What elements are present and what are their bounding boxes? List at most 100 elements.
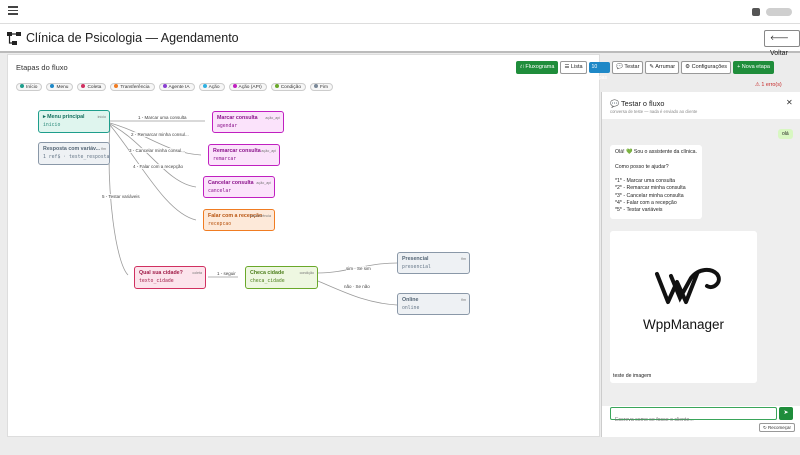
errors-indicator[interactable]: ⚠ 1 erro(s) xyxy=(755,82,782,88)
user-icon[interactable] xyxy=(752,8,760,16)
node-cancelar-consulta[interactable]: Cancelar consulta cancelar ação_api xyxy=(203,176,275,198)
legend-label: Menu xyxy=(56,85,69,90)
restart-button[interactable]: ↻ Recomeçar xyxy=(759,423,796,432)
node-title: ▸ Menu principal xyxy=(43,114,85,120)
bot-line: *3* - Cancelar minha consulta xyxy=(615,192,684,199)
bot-line: *4* - Falar com a recepção xyxy=(615,200,677,207)
flow-panel: Etapas do fluxo ⛙ Fluxograma ☰ Lista 10 … xyxy=(7,54,774,437)
legend-item: Agente IA xyxy=(158,83,195,91)
page-bottom xyxy=(0,437,601,455)
node-resposta[interactable]: Resposta com variáv... 1 ref$ · teste_re… xyxy=(38,142,110,165)
legend-dot xyxy=(274,84,279,88)
node-key: 1 ref$ · teste_resposta xyxy=(43,155,110,160)
arrange-label: Arrumar xyxy=(655,64,676,70)
panel-title: Etapas do fluxo xyxy=(16,63,68,72)
wppmanager-logo-image[interactable]: WppManager xyxy=(613,234,754,370)
flow-canvas[interactable]: 1 - Marcar uma consulta 2 - Remarcar min… xyxy=(16,93,599,437)
chat-title: 💬 Testar o fluxo xyxy=(610,99,664,108)
test-button[interactable]: 💬 Testar xyxy=(612,61,644,74)
edge-label: 5 - Testar variáveis xyxy=(102,194,140,199)
node-presencial[interactable]: Presencial presencial fim xyxy=(397,252,470,274)
legend-label: Ação (API) xyxy=(238,85,262,90)
chat-icon: 💬 xyxy=(616,64,623,70)
back-arrow-icon: 🡐 xyxy=(770,35,789,42)
chat-icon: 💬 xyxy=(610,99,620,108)
node-type: transferência xyxy=(250,214,271,218)
logo-text: WppManager xyxy=(642,317,725,332)
edge-label: 2 - Remarcar minha consul... xyxy=(131,132,189,137)
legend-item: Transferência xyxy=(110,83,155,91)
legend-label: Início xyxy=(26,85,38,90)
legend-label: Ação xyxy=(208,85,220,90)
node-remarcar-consulta[interactable]: Remarcar consulta remarcar ação_api xyxy=(208,144,280,166)
bot-line: Como posso te ajudar? xyxy=(615,163,669,170)
send-button[interactable]: ➤ xyxy=(779,407,793,420)
title-bar: Clínica de Psicologia — Agendamento 🡐 Vo… xyxy=(0,24,800,57)
close-icon[interactable]: ✕ xyxy=(786,98,793,107)
node-qual-cidade[interactable]: Qual sua cidade? texto_cidade coleta xyxy=(134,266,206,289)
node-checa-cidade[interactable]: Checa cidade checa_cidade condição xyxy=(245,266,318,289)
node-marcar-consulta[interactable]: Marcar consulta agendar ação_api xyxy=(212,111,284,133)
legend-label: Coleta xyxy=(87,85,102,90)
arrange-button[interactable]: ✎ Arrumar xyxy=(645,61,680,74)
test-label: Testar xyxy=(624,64,640,70)
message-input-wrapper xyxy=(610,407,777,426)
legend-item: Início xyxy=(16,83,43,91)
node-menu-principal[interactable]: ▸ Menu principal inicio início xyxy=(38,110,110,133)
node-key: cancelar xyxy=(208,189,232,194)
node-type: coleta xyxy=(192,271,202,275)
node-falar-recepcao[interactable]: Falar com a recepção recepcao transferên… xyxy=(203,209,275,231)
chat-title-label: Testar o fluxo xyxy=(621,99,665,108)
node-title: Resposta com variáv... xyxy=(43,146,101,152)
flowchart-view-icon: ⛙ xyxy=(520,64,524,70)
legend-item: Menu xyxy=(46,83,74,91)
settings-button[interactable]: ⚙ Configurações xyxy=(681,61,732,74)
legend-label: Transferência xyxy=(120,85,150,90)
chat-subtitle: conversa de teste — nada é enviado ao cl… xyxy=(610,109,698,114)
legend-item: Ação xyxy=(198,83,225,91)
errors-label: 1 erro(s) xyxy=(761,82,782,88)
back-label: Voltar xyxy=(770,50,788,57)
page-title: Clínica de Psicologia — Agendamento xyxy=(26,31,239,45)
legend-item: Condição xyxy=(270,83,306,91)
node-key: online xyxy=(402,306,420,311)
node-type: ação_api xyxy=(265,116,280,120)
edge-label: 1 - seguir xyxy=(217,271,236,276)
edge-label: 4 - Falar com a recepção xyxy=(133,164,184,169)
node-key: texto_cidade xyxy=(139,279,174,284)
flowchart-label: Fluxograma xyxy=(525,64,555,70)
restart-icon: ↻ xyxy=(763,425,767,430)
node-key: inicio xyxy=(43,123,61,128)
node-type: condição xyxy=(299,271,314,275)
edge-label: 1 - Marcar uma consulta xyxy=(138,115,187,120)
menu-icon[interactable] xyxy=(8,6,18,15)
flowchart-icon xyxy=(7,32,21,45)
bot-line: Olá! 💚 Sou o assistente da clínica. xyxy=(615,149,698,155)
flowchart-view-button[interactable]: ⛙ Fluxograma xyxy=(516,61,559,74)
back-button[interactable]: 🡐 Voltar xyxy=(764,30,800,57)
error-icon: ⚠ xyxy=(755,82,760,88)
settings-label: Configurações xyxy=(691,64,728,70)
node-type: ação_api xyxy=(256,181,271,185)
legend-dot xyxy=(20,84,24,88)
node-key: checa_cidade xyxy=(250,279,285,284)
toolbar: ⛙ Fluxograma ☰ Lista 10 etapas 💬 Testar … xyxy=(516,61,776,81)
node-key: agendar xyxy=(217,124,238,129)
send-icon: ➤ xyxy=(783,410,789,416)
legend-label: Condição xyxy=(280,85,301,90)
new-step-button[interactable]: + Nova etapa xyxy=(733,61,774,74)
magic-icon: ✎ xyxy=(649,64,655,70)
legend-dot xyxy=(162,84,167,88)
node-online[interactable]: Online online fim xyxy=(397,293,470,315)
user-name-blurred[interactable] xyxy=(766,8,792,16)
node-type: ação_api xyxy=(261,149,276,153)
message-input[interactable] xyxy=(611,414,776,426)
steps-count-badge: 10 etapas xyxy=(588,62,611,81)
list-view-button[interactable]: ☰ Lista xyxy=(560,61,587,74)
edge-label: não · Se não xyxy=(344,284,370,289)
chat-messages[interactable]: olá Olá! 💚 Sou o assistente da clínica. … xyxy=(602,119,800,406)
bot-line: *5* - Testar variáveis xyxy=(615,207,663,214)
list-label: Lista xyxy=(570,64,583,70)
legend-item: Fim xyxy=(310,83,333,91)
test-chat-panel: 💬 Testar o fluxo conversa de teste — nad… xyxy=(601,92,800,437)
